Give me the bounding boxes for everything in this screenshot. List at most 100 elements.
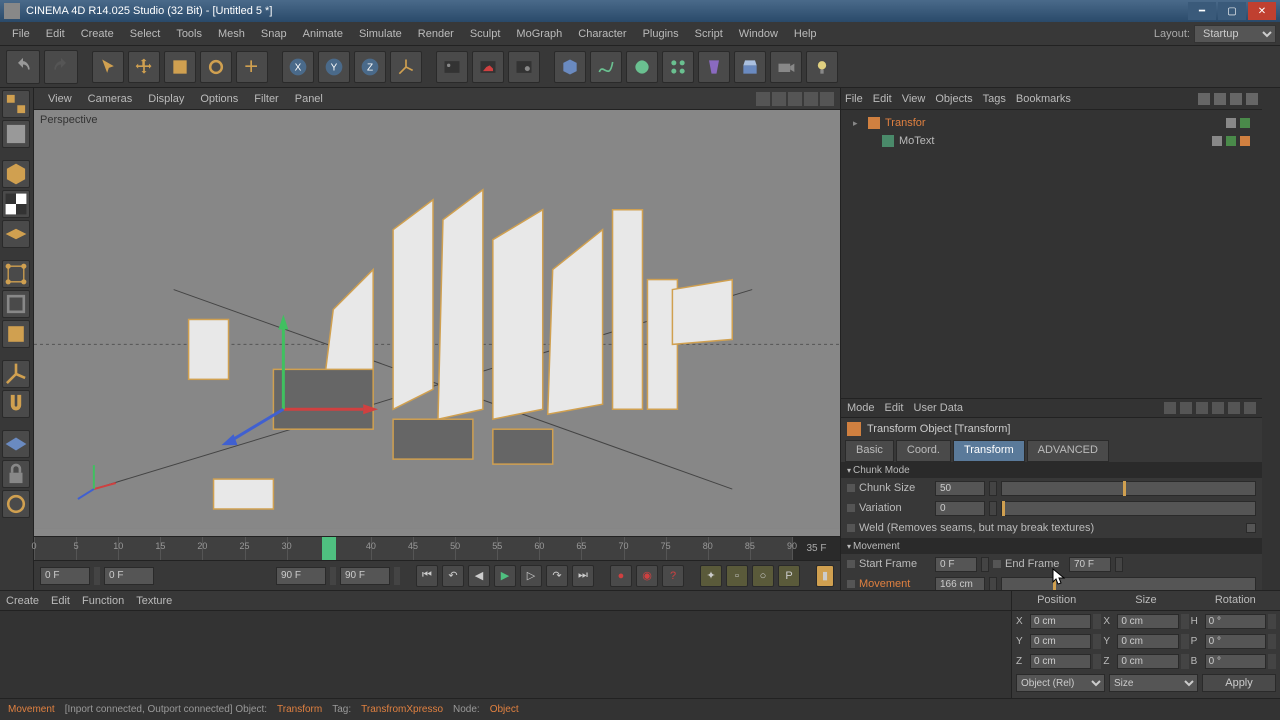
nav-up-icon[interactable] <box>1180 402 1192 414</box>
variation-slider[interactable] <box>1001 501 1256 516</box>
om-icon[interactable] <box>1214 93 1226 105</box>
rot-field[interactable]: 0 ° <box>1205 634 1266 649</box>
menu-edit[interactable]: Edit <box>38 24 73 44</box>
attr-mode[interactable]: Mode <box>847 402 875 414</box>
spinner-icon[interactable] <box>94 567 100 585</box>
prev-frame-button[interactable]: ◀ <box>468 565 490 587</box>
render-view-button[interactable] <box>436 51 468 83</box>
om-file[interactable]: File <box>845 93 863 105</box>
environment-button[interactable] <box>734 51 766 83</box>
maximize-button[interactable]: ▢ <box>1218 2 1246 20</box>
menu-mograph[interactable]: MoGraph <box>508 24 570 44</box>
enable-tag[interactable] <box>1240 118 1250 128</box>
range-start-field[interactable]: 0 F <box>104 567 154 585</box>
options-menu[interactable]: Options <box>192 90 246 108</box>
viewport-icon[interactable] <box>788 92 802 106</box>
menu-window[interactable]: Window <box>731 24 786 44</box>
play-button[interactable]: ▶ <box>494 565 516 587</box>
start-frame-field[interactable]: 0 F <box>935 557 977 572</box>
snap-button[interactable] <box>2 390 30 418</box>
goto-end-button[interactable]: ⏭ <box>572 565 594 587</box>
chunk-size-slider[interactable] <box>1001 481 1256 496</box>
nurbs-button[interactable] <box>626 51 658 83</box>
menu-character[interactable]: Character <box>570 24 634 44</box>
edges-mode-button[interactable] <box>2 290 30 318</box>
object-tree[interactable]: ▸ Transfor MoText <box>841 110 1262 398</box>
apply-button[interactable]: Apply <box>1202 674 1276 692</box>
size-field[interactable]: 0 cm <box>1117 614 1178 629</box>
om-icon[interactable] <box>1246 93 1258 105</box>
new-icon[interactable] <box>1228 402 1240 414</box>
expression-tag[interactable] <box>1240 136 1250 146</box>
axis-button[interactable] <box>2 360 30 388</box>
right-dock-tabs[interactable] <box>1262 88 1280 590</box>
timeline-ruler[interactable]: 051015202530354045505560657075808590 35 … <box>34 536 840 560</box>
tab-transform[interactable]: Transform <box>953 440 1025 462</box>
rot-field[interactable]: 0 ° <box>1205 654 1266 669</box>
om-bookmarks[interactable]: Bookmarks <box>1016 93 1071 105</box>
expand-icon[interactable]: ▸ <box>853 118 863 129</box>
y-axis-button[interactable]: Y <box>318 51 350 83</box>
visibility-tag[interactable] <box>1212 136 1222 146</box>
rot-key-button[interactable]: ○ <box>752 565 774 587</box>
enable-tag[interactable] <box>1226 136 1236 146</box>
material-list[interactable] <box>0 611 1011 698</box>
viewport-icon[interactable] <box>804 92 818 106</box>
anim-dot[interactable] <box>847 504 855 512</box>
menu-snap[interactable]: Snap <box>253 24 295 44</box>
menu-simulate[interactable]: Simulate <box>351 24 410 44</box>
menu-tools[interactable]: Tools <box>168 24 210 44</box>
menu-help[interactable]: Help <box>786 24 825 44</box>
redo-button[interactable] <box>44 50 78 84</box>
om-objects[interactable]: Objects <box>935 93 972 105</box>
locked-button[interactable] <box>2 460 30 488</box>
viewport-solo-button[interactable] <box>2 430 30 458</box>
animation-mode-button[interactable]: ▮ <box>816 565 834 587</box>
view-menu[interactable]: View <box>40 90 80 108</box>
movement-slider[interactable] <box>1001 577 1256 591</box>
next-key-button[interactable]: ↷ <box>546 565 568 587</box>
spinner-icon[interactable] <box>989 577 997 591</box>
mat-texture[interactable]: Texture <box>136 595 172 607</box>
size-mode-select[interactable]: Size <box>1109 674 1198 692</box>
end-frame-field[interactable]: 90 F <box>340 567 390 585</box>
polygons-mode-button[interactable] <box>2 320 30 348</box>
object-mode-button[interactable] <box>2 160 30 188</box>
nav-back-icon[interactable] <box>1164 402 1176 414</box>
keyframe-sel-button[interactable]: ? <box>662 565 684 587</box>
visibility-tag[interactable] <box>1226 118 1236 128</box>
pos-field[interactable]: 0 cm <box>1030 654 1091 669</box>
menu-render[interactable]: Render <box>410 24 462 44</box>
rotate-tool[interactable] <box>200 51 232 83</box>
menu-icon[interactable] <box>1244 402 1256 414</box>
pos-field[interactable]: 0 cm <box>1030 614 1091 629</box>
viewport-icon[interactable] <box>820 92 834 106</box>
autokey-button[interactable]: ◉ <box>636 565 658 587</box>
rot-field[interactable]: 0 ° <box>1205 614 1266 629</box>
spinner-icon[interactable] <box>981 557 989 572</box>
menu-select[interactable]: Select <box>122 24 169 44</box>
camera-button[interactable] <box>770 51 802 83</box>
tab-advanced[interactable]: ADVANCED <box>1027 440 1109 462</box>
anim-dot[interactable] <box>993 560 1001 568</box>
spinner-icon[interactable] <box>394 567 400 585</box>
lock-icon[interactable] <box>1212 402 1224 414</box>
select-tool[interactable] <box>92 51 124 83</box>
viewport-icon[interactable] <box>756 92 770 106</box>
z-axis-button[interactable]: Z <box>354 51 386 83</box>
tree-item-motext[interactable]: MoText <box>845 132 1258 150</box>
size-field[interactable]: 0 cm <box>1117 654 1178 669</box>
undo-button[interactable] <box>6 50 40 84</box>
goto-start-button[interactable]: ⏮ <box>416 565 438 587</box>
anim-dot[interactable] <box>847 484 855 492</box>
tab-coord[interactable]: Coord. <box>896 440 951 462</box>
minimize-button[interactable]: ━ <box>1188 2 1216 20</box>
search-icon[interactable] <box>1196 402 1208 414</box>
param-key-button[interactable]: P <box>778 565 800 587</box>
weld-checkbox[interactable] <box>1246 523 1256 533</box>
menu-create[interactable]: Create <box>73 24 122 44</box>
attr-edit[interactable]: Edit <box>885 402 904 414</box>
array-button[interactable] <box>662 51 694 83</box>
x-axis-button[interactable]: X <box>282 51 314 83</box>
points-mode-button[interactable] <box>2 260 30 288</box>
